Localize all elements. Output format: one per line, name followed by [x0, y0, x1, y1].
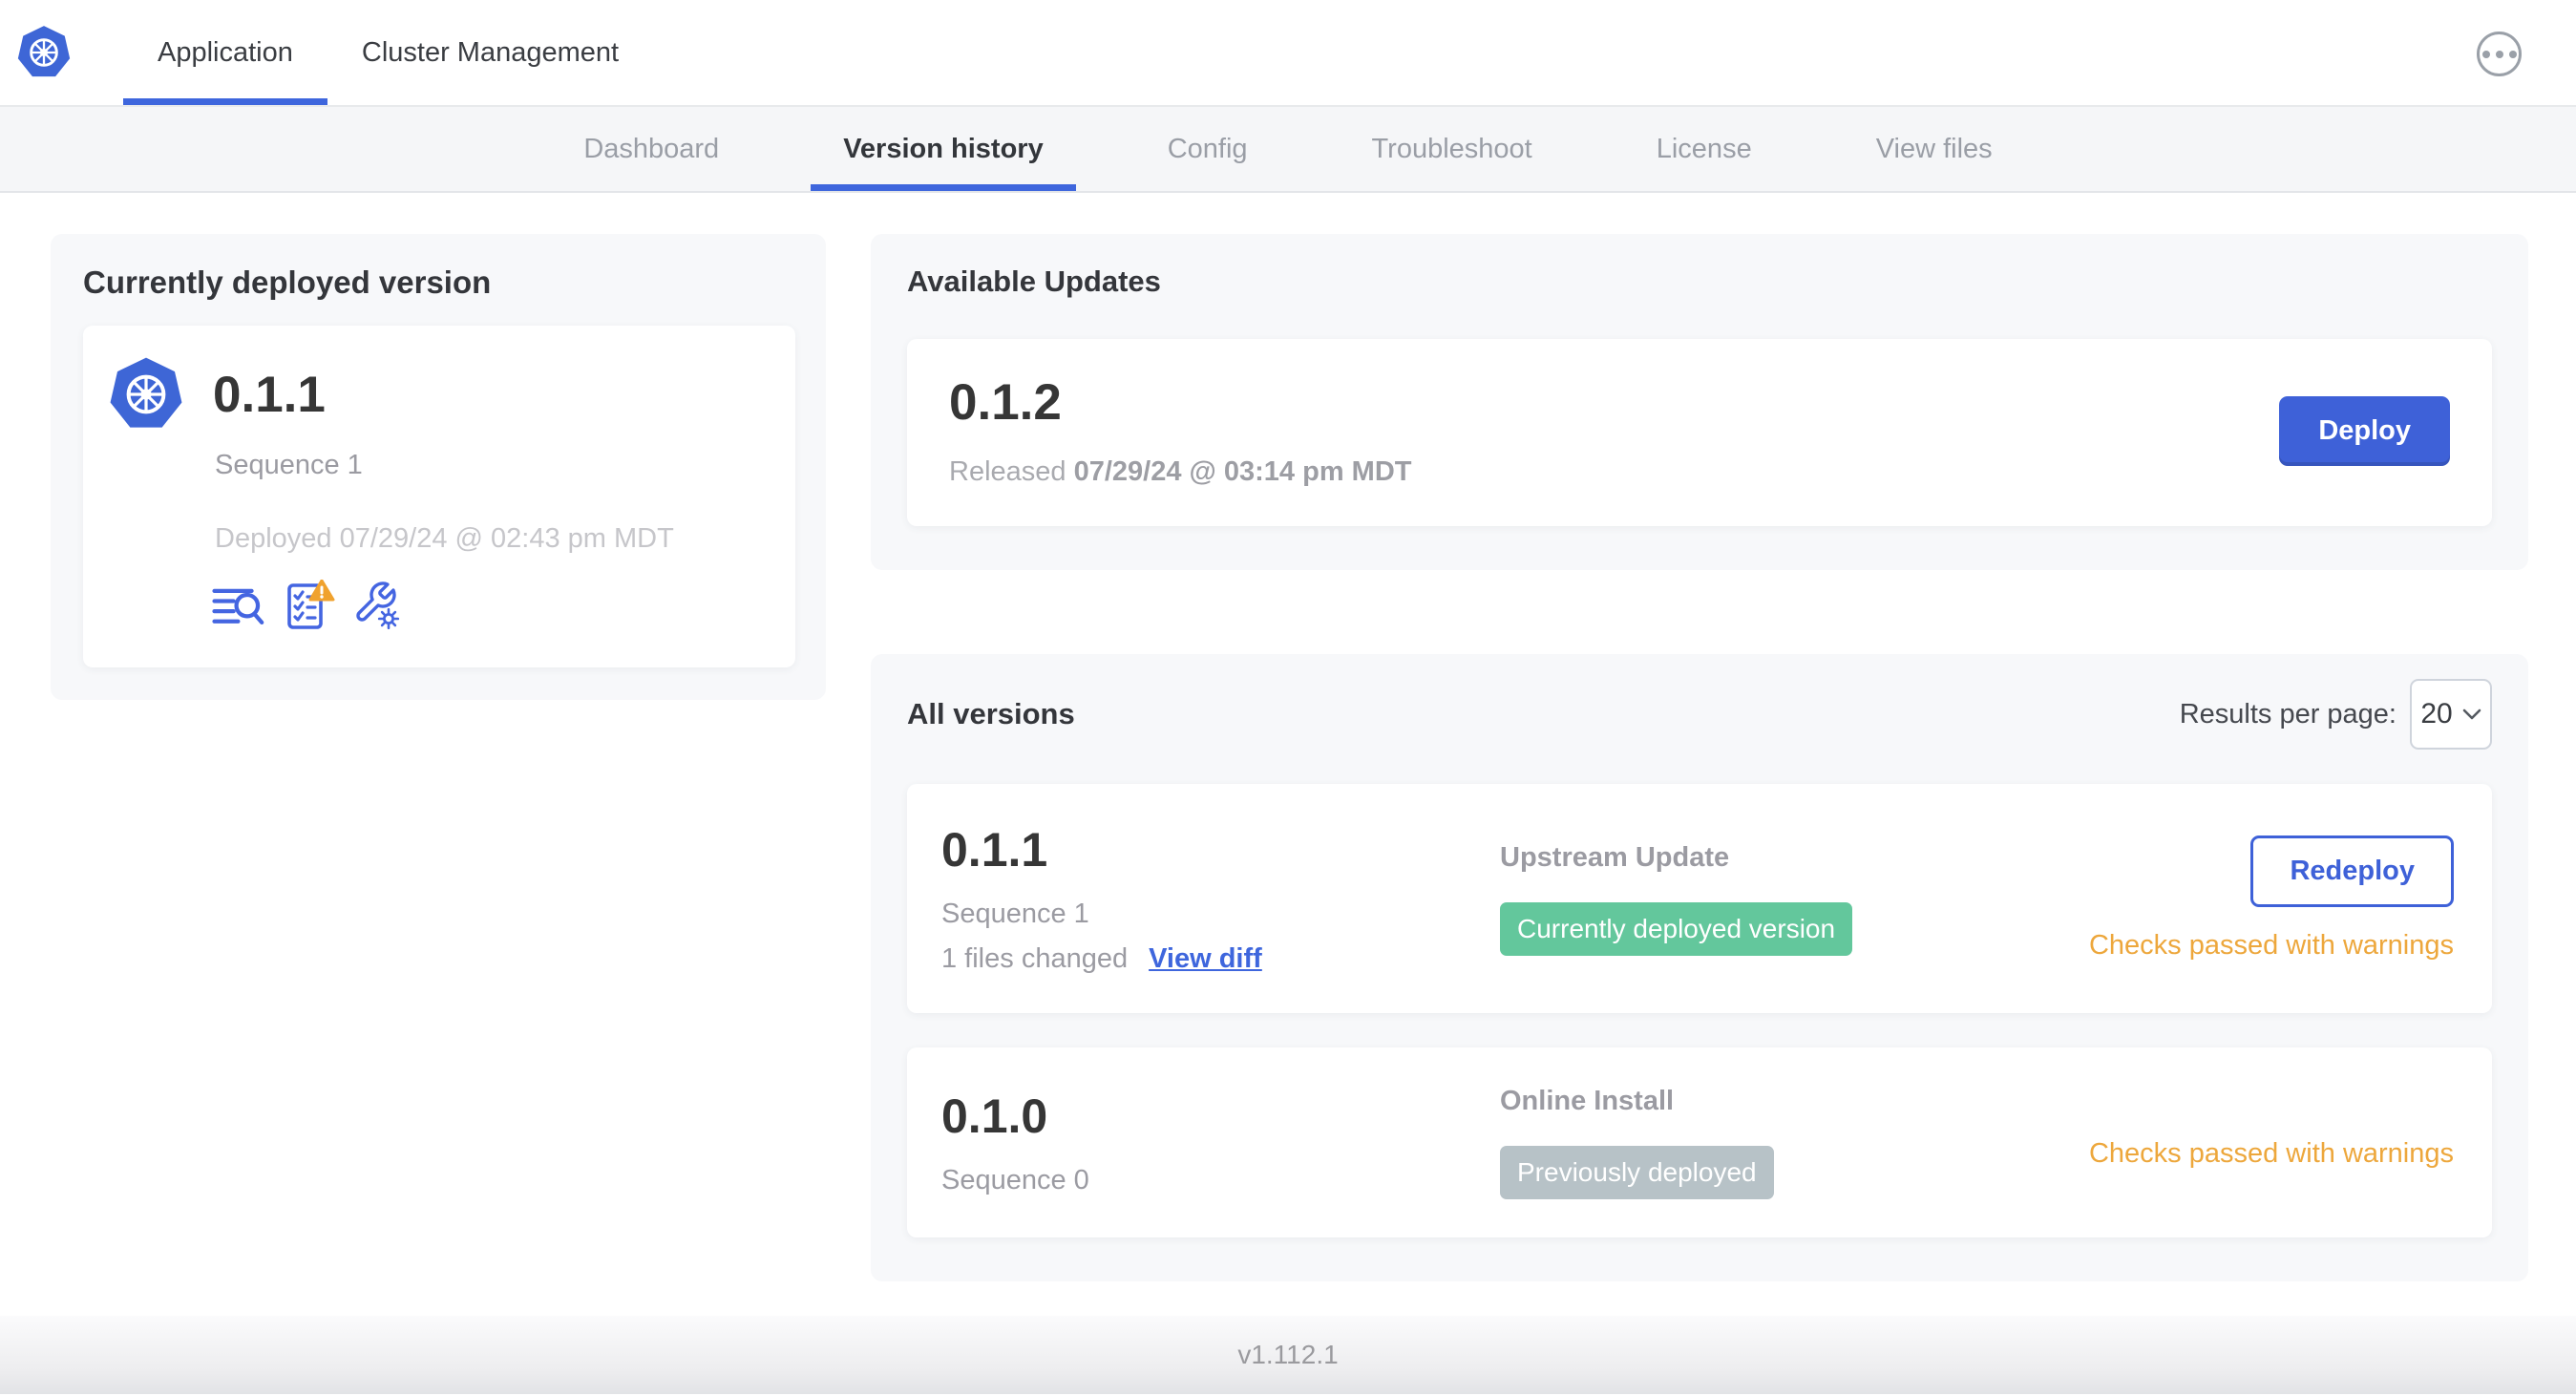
all-versions-title: All versions — [907, 697, 1075, 730]
released-label: Released — [949, 456, 1066, 487]
current-version-actions — [211, 580, 757, 629]
currently-deployed-version-card: 0.1.1 Sequence 1 Deployed 07/29/24 @ 02:… — [83, 326, 795, 667]
checks-status-text: Checks passed with warnings — [2088, 1138, 2454, 1169]
version-row-0-1-0: 0.1.0 Sequence 0 Online Install Previous… — [907, 1047, 2492, 1237]
current-version-number: 0.1.1 — [213, 366, 326, 423]
kubernetes-logo-icon — [16, 25, 72, 78]
row-version-number: 0.1.0 — [941, 1089, 1048, 1143]
subnav-item-license[interactable]: License — [1657, 107, 1752, 191]
available-updates-title: Available Updates — [907, 264, 1161, 298]
results-per-page-label: Results per page: — [2179, 698, 2397, 730]
right-column: Available Updates 0.1.2 Released 07/29/2… — [871, 234, 2528, 1316]
admin-console-version: v1.112.1 — [1237, 1340, 1339, 1369]
row-source-label: Online Install — [1500, 1086, 1675, 1116]
results-per-page-select[interactable]: 20 — [2410, 679, 2492, 750]
app-logo — [16, 0, 74, 105]
view-diff-link[interactable]: View diff — [1149, 943, 1262, 975]
row-sequence: Sequence 1 — [941, 899, 1089, 929]
previously-deployed-badge: Previously deployed — [1500, 1146, 1774, 1199]
config-wrench-icon[interactable] — [352, 580, 402, 629]
release-notes-icon[interactable] — [211, 580, 265, 629]
subnav-item-view-files[interactable]: View files — [1876, 107, 1993, 191]
currently-deployed-title: Currently deployed version — [83, 264, 492, 300]
released-date-value: 07/29/24 @ 03:14 pm MDT — [1073, 456, 1412, 487]
results-per-page: Results per page: 20 — [2180, 679, 2492, 750]
kubernetes-app-icon — [108, 356, 184, 430]
deploy-button[interactable]: Deploy — [2279, 395, 2450, 466]
available-update-row: 0.1.2 Released 07/29/24 @ 03:14 pm MDT D… — [907, 339, 2492, 526]
app-subnav: Dashboard Version history Config Trouble… — [0, 107, 2576, 193]
row-version-number: 0.1.1 — [941, 823, 1048, 877]
update-released-date: Released 07/29/24 @ 03:14 pm MDT — [949, 456, 1411, 488]
page-footer: v1.112.1 — [0, 1316, 2576, 1394]
subnav-item-troubleshoot[interactable]: Troubleshoot — [1372, 107, 1532, 191]
update-version-number: 0.1.2 — [949, 374, 1062, 431]
current-version-sequence: Sequence 1 — [215, 450, 363, 480]
all-versions-card: All versions Results per page: 20 0.1.1 … — [871, 654, 2528, 1281]
left-column: Currently deployed version 0.1.1 Sequenc… — [51, 234, 826, 1316]
main-content: Currently deployed version 0.1.1 Sequenc… — [0, 193, 2576, 1316]
currently-deployed-card: Currently deployed version 0.1.1 Sequenc… — [51, 234, 826, 700]
ellipsis-icon — [2481, 50, 2517, 58]
available-updates-card: Available Updates 0.1.2 Released 07/29/2… — [871, 234, 2528, 570]
top-tabs: Application Cluster Management — [123, 0, 653, 105]
more-menu-button[interactable] — [2477, 32, 2522, 76]
current-version-deployed-date: Deployed 07/29/24 @ 02:43 pm MDT — [215, 523, 674, 554]
redeploy-button[interactable]: Redeploy — [2250, 835, 2454, 907]
chevron-down-icon — [2462, 709, 2481, 719]
preflight-checks-warning-icon[interactable] — [283, 580, 335, 629]
subnav-item-config[interactable]: Config — [1168, 107, 1248, 191]
row-files-changed: 1 files changed — [941, 943, 1129, 974]
currently-deployed-badge: Currently deployed version — [1500, 901, 1853, 956]
tab-cluster-management[interactable]: Cluster Management — [327, 0, 653, 105]
top-bar: Application Cluster Management — [0, 0, 2576, 107]
tab-application[interactable]: Application — [123, 0, 327, 105]
results-per-page-value: 20 — [2420, 698, 2453, 730]
checks-status-text: Checks passed with warnings — [2088, 930, 2454, 961]
row-sequence: Sequence 0 — [941, 1165, 1089, 1195]
version-row-0-1-1: 0.1.1 Sequence 1 1 files changed View di… — [907, 784, 2492, 1013]
row-source-label: Upstream Update — [1500, 841, 1730, 873]
subnav-item-dashboard[interactable]: Dashboard — [583, 107, 719, 191]
subnav-item-version-history[interactable]: Version history — [811, 107, 1076, 191]
